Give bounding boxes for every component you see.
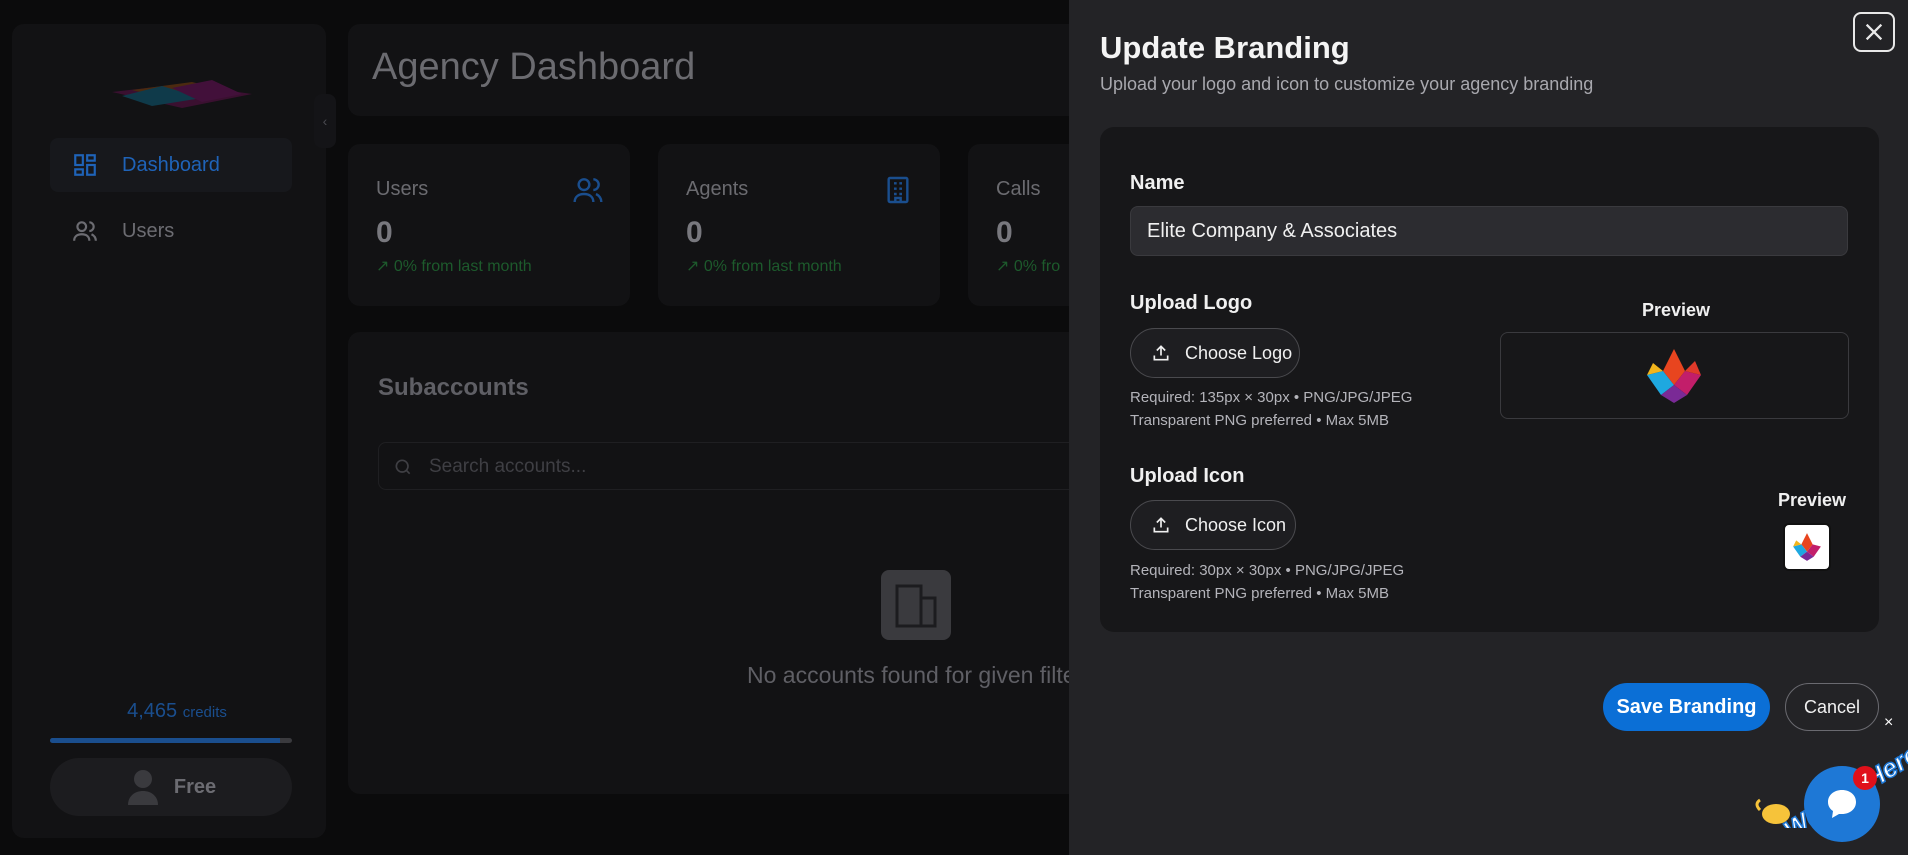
upload-icon (1153, 517, 1169, 533)
avatar-icon (127, 770, 158, 805)
stat-label: Users (376, 178, 429, 200)
drawer-title: Update Branding (1100, 30, 1350, 65)
upload-icon (1153, 345, 1169, 361)
close-icon (1865, 23, 1883, 41)
choose-logo-label: Choose Logo (1185, 342, 1293, 363)
icon-hint: Required: 30px × 30px • PNG/JPG/JPEG Tra… (1130, 562, 1405, 602)
sidebar-item-dashboard[interactable]: Dashboard (50, 138, 292, 192)
building-icon (887, 176, 909, 204)
drawer-subtitle: Upload your logo and icon to customize y… (1100, 74, 1594, 94)
page-title: Agency Dashboard (372, 46, 696, 88)
subaccounts-title: Subaccounts (378, 374, 529, 401)
agency-logo (112, 80, 252, 108)
close-button[interactable] (1853, 12, 1895, 52)
logo-preview-label: Preview (1642, 300, 1711, 320)
plan-button[interactable]: Free (50, 758, 292, 816)
sidebar-item-label: Users (122, 219, 175, 242)
search-input[interactable]: Search accounts... (378, 442, 1098, 490)
name-label: Name (1130, 172, 1185, 194)
users-icon (73, 221, 97, 241)
plan-label: Free (173, 775, 217, 798)
upload-icon-label: Upload Icon (1130, 465, 1245, 487)
lotus-logo-icon (1793, 533, 1821, 561)
credits-progress-fill (50, 738, 280, 743)
search-placeholder: Search accounts... (429, 456, 587, 477)
building-icon (881, 570, 951, 640)
name-field[interactable] (1130, 206, 1848, 256)
credits-value: 4,465 (127, 700, 178, 722)
choose-icon-label: Choose Icon (1185, 514, 1287, 535)
stat-change: ↗ 0% fro (996, 258, 1061, 275)
stat-label: Agents (686, 178, 749, 200)
save-branding-button[interactable]: Save Branding (1603, 683, 1770, 731)
credits-progress-bar (50, 738, 292, 743)
choose-icon-button[interactable]: Choose Icon (1130, 500, 1296, 550)
sidebar: Dashboard Users 4,465 credits (12, 24, 326, 838)
upload-logo-label: Upload Logo (1130, 292, 1253, 314)
sidebar-collapse-toggle[interactable]: ‹ (314, 94, 336, 148)
icon-preview-label: Preview (1778, 490, 1847, 510)
chat-bubble-icon (1828, 790, 1856, 818)
stat-card-users: Users 0 ↗ 0% from last month (348, 144, 630, 306)
page-header: Agency Dashboard (348, 24, 1088, 116)
icon-preview (1783, 523, 1831, 571)
notification-badge: 1 (1853, 766, 1877, 790)
stat-change: ↗ 0% from last month (376, 258, 532, 275)
app-root: Dashboard Users 4,465 credits Free ‹ Age… (0, 0, 1908, 855)
choose-logo-button[interactable]: Choose Logo (1130, 328, 1300, 378)
sidebar-item-users[interactable]: Users (50, 204, 292, 258)
stat-value: 0 (376, 216, 393, 249)
logo-preview (1500, 332, 1849, 419)
stat-label: Calls (996, 178, 1041, 200)
stat-value: 0 (686, 216, 703, 249)
subaccounts-panel: Subaccounts Search accounts... (348, 332, 1098, 794)
logo-hint: Required: 135px × 30px • PNG/JPG/JPEG Tr… (1130, 389, 1413, 429)
chevron-left-icon: ‹ (322, 113, 328, 129)
waving-hand-icon (1755, 798, 1790, 824)
credits-readout: 4,465 credits (52, 700, 302, 723)
search-icon (395, 459, 411, 475)
stat-change: ↗ 0% from last month (686, 258, 842, 275)
lotus-logo-icon (1647, 349, 1701, 403)
users-icon (573, 178, 603, 203)
sidebar-item-label: Dashboard (122, 153, 220, 176)
stat-value: 0 (996, 216, 1013, 249)
stat-card-agents: Agents 0 ↗ 0% from last month (658, 144, 940, 306)
empty-state-text: No accounts found for given filter (747, 662, 1069, 688)
credits-unit: credits (182, 704, 227, 721)
dashboard-grid-icon (74, 154, 96, 176)
